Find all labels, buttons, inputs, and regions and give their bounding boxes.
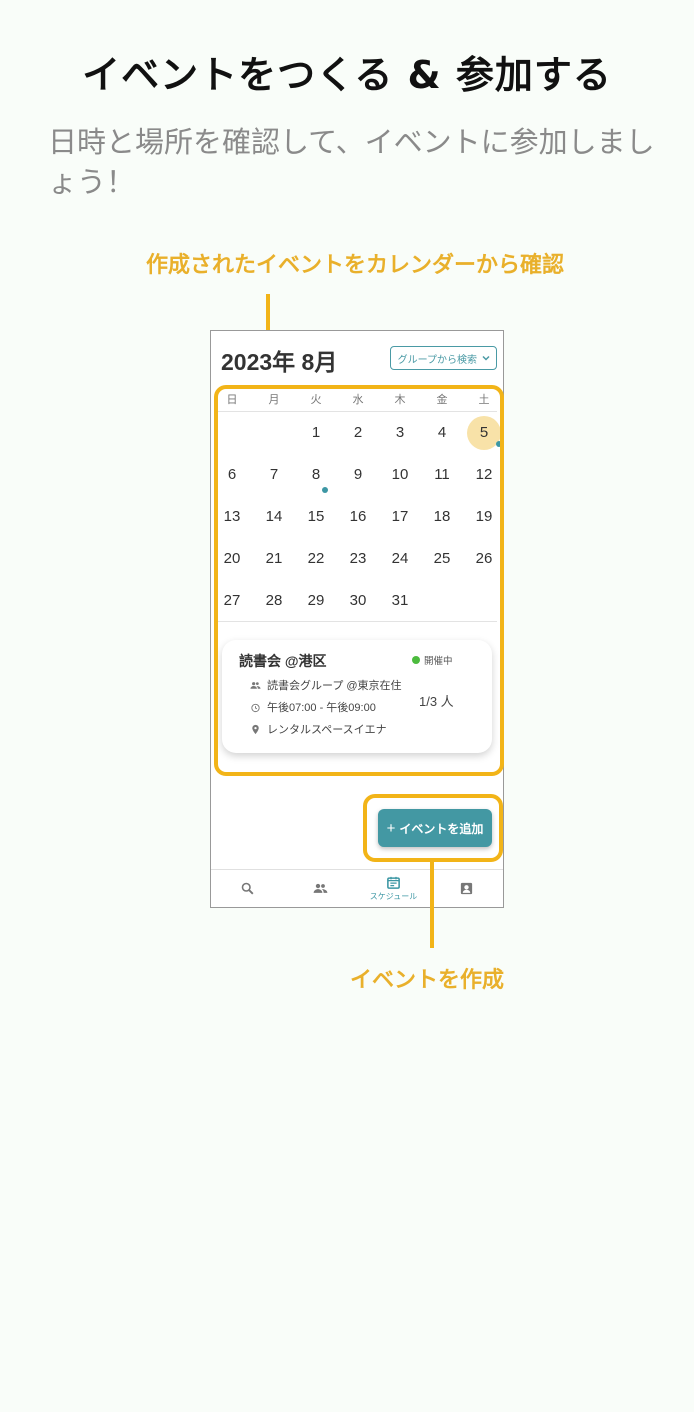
create-annotation: イベントを作成 bbox=[350, 968, 505, 993]
bottom-navigation: スケジュール bbox=[211, 869, 503, 907]
nav-profile[interactable] bbox=[430, 870, 503, 907]
search-icon bbox=[241, 882, 254, 895]
nav-schedule[interactable]: スケジュール bbox=[357, 870, 430, 907]
people-icon bbox=[313, 883, 328, 893]
nav-groups[interactable] bbox=[284, 870, 357, 907]
calendar-highlight bbox=[214, 385, 504, 776]
add-button-highlight bbox=[363, 794, 503, 862]
calendar-icon bbox=[387, 876, 400, 889]
chevron-down-icon bbox=[482, 355, 490, 361]
nav-search[interactable] bbox=[211, 870, 284, 907]
calendar-annotation: 作成されたイベントをカレンダーから確認 bbox=[145, 253, 564, 278]
page-subline: 日時と場所を確認して、イベントに参加しましょう！ bbox=[48, 125, 655, 199]
page-headline: イベントをつくる & 参加する bbox=[82, 53, 612, 97]
group-search-dropdown[interactable]: グループから検索 bbox=[389, 346, 497, 370]
profile-icon bbox=[460, 882, 473, 895]
month-title: 2023年 8月 bbox=[221, 349, 338, 375]
group-search-label: グループから検索 bbox=[397, 354, 477, 366]
nav-schedule-label: スケジュール bbox=[369, 892, 418, 901]
create-annotation-line bbox=[430, 858, 434, 948]
